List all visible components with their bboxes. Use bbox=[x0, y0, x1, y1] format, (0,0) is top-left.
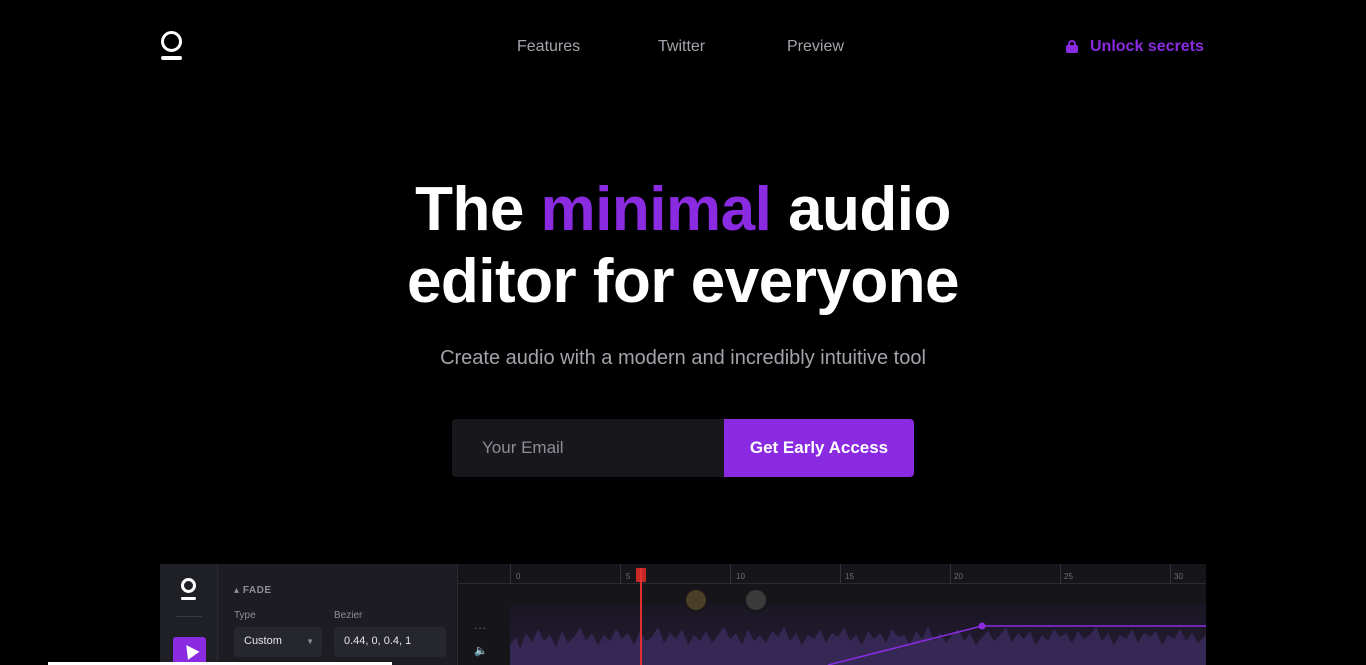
nav-link-features[interactable]: Features bbox=[517, 38, 580, 56]
type-label: Type bbox=[234, 610, 256, 621]
type-select-value: Custom bbox=[244, 635, 282, 647]
playhead bbox=[640, 568, 642, 665]
preview-timeline: 0 5 10 15 20 25 30 ... 🔈 bbox=[458, 564, 1206, 665]
unlock-secrets-link[interactable]: Unlock secrets bbox=[1066, 36, 1204, 58]
app-preview: ▴ FADE Type Bezier Custom ▼ 0.44, 0, 0.4… bbox=[160, 564, 1206, 665]
hero-title-pre: The bbox=[415, 175, 524, 244]
fade-keyframe-handle[interactable] bbox=[978, 622, 986, 630]
chevron-down-icon: ▼ bbox=[306, 637, 314, 646]
hero-title-line2: editor for everyone bbox=[406, 247, 960, 316]
nav-link-twitter[interactable]: Twitter bbox=[658, 38, 705, 56]
signup-form: Get Early Access bbox=[452, 419, 914, 477]
collapse-triangle-icon: ▴ bbox=[234, 585, 243, 596]
type-select[interactable]: Custom ▼ bbox=[234, 627, 322, 657]
cursor-arrow-icon bbox=[180, 641, 200, 660]
email-input[interactable] bbox=[452, 419, 724, 477]
preview-sidebar bbox=[160, 564, 218, 665]
fade-curve bbox=[827, 622, 1206, 665]
get-early-access-button[interactable]: Get Early Access bbox=[724, 419, 914, 477]
fade-section-header[interactable]: ▴ FADE bbox=[234, 585, 271, 596]
lock-icon bbox=[1066, 40, 1078, 54]
hero-title-mid: audio bbox=[788, 175, 951, 244]
unlock-label: Unlock secrets bbox=[1090, 38, 1204, 55]
hero-title: The minimal audio editor for everyone bbox=[0, 174, 1366, 318]
nav-link-preview[interactable]: Preview bbox=[787, 38, 844, 56]
preview-divider bbox=[176, 616, 202, 617]
hero-title-accent: minimal bbox=[540, 175, 772, 244]
select-tool-button[interactable] bbox=[173, 637, 206, 665]
bezier-label: Bezier bbox=[334, 610, 363, 621]
preview-logo-icon bbox=[180, 578, 198, 602]
bezier-input[interactable]: 0.44, 0, 0.4, 1 bbox=[334, 627, 446, 657]
hero-subtitle: Create audio with a modern and incredibl… bbox=[440, 347, 926, 369]
fade-section-label: FADE bbox=[242, 585, 272, 596]
preview-properties-panel: ▴ FADE Type Bezier Custom ▼ 0.44, 0, 0.4… bbox=[218, 564, 458, 665]
